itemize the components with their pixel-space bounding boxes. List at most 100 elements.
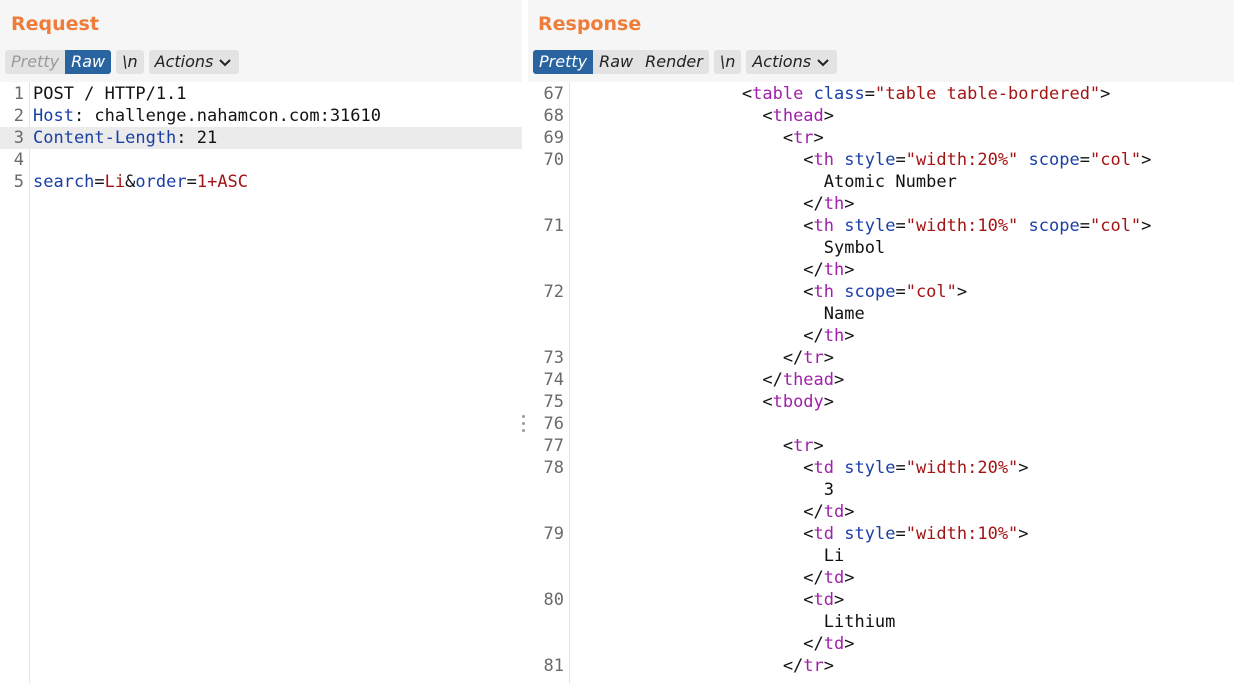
token-plain: < <box>660 524 814 544</box>
request-raw-tab[interactable]: Raw <box>65 50 112 74</box>
token-plain: </ <box>660 656 804 676</box>
token-val: "col" <box>1089 216 1142 236</box>
token-val: 1+ASC <box>196 172 249 192</box>
line-number: 76 <box>543 414 564 434</box>
token-tag: td <box>813 458 835 478</box>
token-tag: th <box>813 216 835 236</box>
token-plain: > <box>844 568 855 588</box>
token-plain: </ <box>660 370 783 390</box>
code-text: <td style="width:20%"> <box>660 457 1029 479</box>
request-pretty-tab[interactable]: Pretty <box>5 50 66 74</box>
code-text: <tr> <box>660 435 824 457</box>
token-tag: tbody <box>772 392 824 412</box>
token-plain: < <box>660 590 814 610</box>
line-number: 67 <box>543 84 564 104</box>
line-number: 68 <box>543 106 564 126</box>
request-code-line: 2 Host: challenge.nahamcon.com:31610 <box>0 105 522 127</box>
line-number: 75 <box>543 392 564 412</box>
token-plain: < <box>660 128 794 148</box>
code-text: Atomic Number <box>660 171 957 193</box>
response-code-line: </td> <box>528 501 1234 523</box>
response-code-line: 76 <box>528 413 1234 435</box>
request-header: Request Pretty Raw \n Actions <box>0 0 522 82</box>
request-editor[interactable]: 1 POST / HTTP/1.1 2 Host: challenge.nahamco… <box>0 82 522 683</box>
token-val: "col" <box>1089 150 1142 170</box>
token-val: "width:20%" <box>905 458 1019 478</box>
token-tag: th <box>823 260 845 280</box>
token-plain: < <box>660 458 814 478</box>
response-code-line: </td> <box>528 567 1234 589</box>
response-editor[interactable]: 67 <table class="table table-bordered"> 6… <box>528 82 1234 683</box>
token-plain: > <box>813 436 824 456</box>
token-plain: > <box>813 128 824 148</box>
response-code-line: 71 <th style="width:10%" scope="col"> <box>528 215 1234 237</box>
response-code-line: 80 <td> <box>528 589 1234 611</box>
line-number: 2 <box>13 106 24 126</box>
response-render-tab[interactable]: Render <box>639 50 709 74</box>
response-code-line: Symbol <box>528 237 1234 259</box>
code-text: </thead> <box>660 369 844 391</box>
token-val: Li <box>104 172 126 192</box>
line-number: 72 <box>543 282 564 302</box>
token-plain: Symbol <box>660 238 886 258</box>
token-attr: scope <box>844 282 896 302</box>
token-plain: = <box>895 150 906 170</box>
token-tag: th <box>823 326 845 346</box>
line-number: 69 <box>543 128 564 148</box>
token-val: "table table-bordered" <box>875 84 1101 104</box>
token-plain: Lithium <box>660 612 896 632</box>
response-code-line: 3 <box>528 479 1234 501</box>
line-number: 3 <box>13 128 24 148</box>
line-number: 78 <box>543 458 564 478</box>
line-number: 71 <box>543 216 564 236</box>
token-plain: > <box>1018 458 1029 478</box>
token-tag: td <box>813 590 835 610</box>
token-key: Host <box>33 106 74 126</box>
token-plain: = <box>186 172 197 192</box>
response-actions-menu[interactable]: Actions <box>746 50 838 74</box>
token-plain: > <box>844 194 855 214</box>
token-val: "width:10%" <box>905 216 1019 236</box>
request-newline-toggle[interactable]: \n <box>116 50 144 74</box>
token-tag: tr <box>793 128 814 148</box>
response-code-line: </td> <box>528 633 1234 655</box>
code-text: </tr> <box>660 347 834 369</box>
response-code-line: </th> <box>528 259 1234 281</box>
request-actions-menu[interactable]: Actions <box>148 50 240 74</box>
token-plain: </ <box>660 634 824 654</box>
code-text: Lithium <box>660 611 896 633</box>
response-newline-toggle[interactable]: \n <box>713 50 742 74</box>
code-text: <th style="width:20%" scope="col"> <box>660 149 1151 171</box>
response-title: Response <box>538 13 642 35</box>
line-number: 4 <box>13 150 24 170</box>
token-plain: Li <box>660 546 845 566</box>
response-code-line: 75 <tbody> <box>528 391 1234 413</box>
token-plain: > <box>823 348 835 368</box>
response-raw-tab[interactable]: Raw <box>593 50 640 74</box>
code-text: </td> <box>660 633 854 655</box>
token-plain: : 21 <box>176 128 218 148</box>
response-pretty-tab[interactable]: Pretty <box>533 50 594 74</box>
token-attr: scope <box>1028 216 1080 236</box>
response-code-line: 72 <th scope="col"> <box>528 281 1234 303</box>
token-plain: > <box>823 656 835 676</box>
token-plain: </ <box>660 568 824 588</box>
token-tag: th <box>823 194 845 214</box>
token-key: order <box>135 172 187 192</box>
token-attr: style <box>844 216 896 236</box>
line-number: 81 <box>543 656 564 676</box>
response-code-line: </th> <box>528 193 1234 215</box>
response-header: Response Pretty Raw Render \n Actions <box>528 0 1234 82</box>
token-plain: & <box>125 172 136 192</box>
code-text: <tr> <box>660 127 824 149</box>
token-attr: class <box>813 84 865 104</box>
token-plain: = <box>864 84 875 104</box>
drag-handle-icon[interactable] <box>520 413 528 435</box>
response-code-line: 77 <tr> <box>528 435 1234 457</box>
token-tag: td <box>823 634 845 654</box>
response-code-line: 70 <th style="width:20%" scope="col"> <box>528 149 1234 171</box>
line-number: 73 <box>543 348 564 368</box>
